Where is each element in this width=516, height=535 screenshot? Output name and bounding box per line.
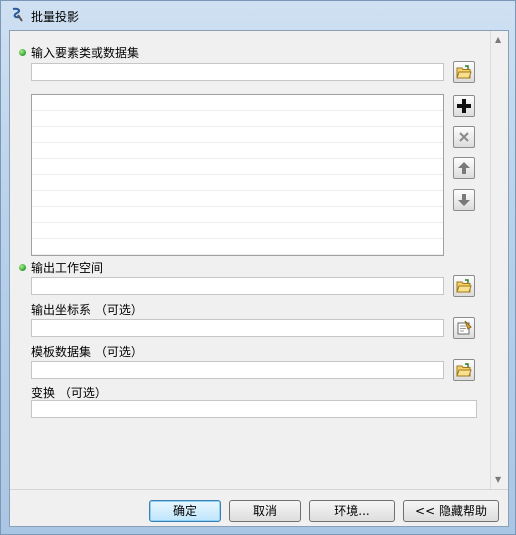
output-crs-field[interactable]: [31, 319, 444, 337]
arrow-down-icon: [458, 194, 470, 206]
move-up-button[interactable]: [453, 157, 475, 179]
add-item-button[interactable]: [453, 95, 475, 117]
transform-label: 变换 （可选）: [31, 386, 107, 400]
output-workspace-label: 输出工作空间: [31, 261, 104, 275]
parameters-panel: 输入要素类或数据集 输出工作空间 输出坐标系 （可选） 模板数据集 （可选） 变…: [10, 31, 490, 489]
transform-field[interactable]: [31, 400, 477, 418]
browse-workspace-button[interactable]: [453, 275, 475, 297]
input-features-field[interactable]: [31, 63, 444, 81]
environments-button[interactable]: 环境...: [309, 500, 395, 522]
arrow-up-icon: [458, 162, 470, 174]
template-dataset-label: 模板数据集 （可选）: [31, 345, 143, 359]
output-workspace-field[interactable]: [31, 277, 444, 295]
tool-icon: [12, 7, 23, 22]
required-indicator-icon: [19, 264, 26, 271]
output-crs-label: 输出坐标系 （可选）: [31, 303, 143, 317]
input-features-list[interactable]: [31, 94, 444, 256]
move-down-button[interactable]: [453, 189, 475, 211]
dialog-window: 批量投影 输入要素类或数据集 输出工作空间 输出坐标系 （可选） 模板数据集 （…: [0, 0, 516, 535]
required-indicator-icon: [19, 49, 26, 56]
properties-icon: [457, 320, 472, 335]
title-bar[interactable]: 批量投影: [1, 1, 515, 29]
plus-icon: [457, 99, 471, 113]
ok-button[interactable]: 确定: [149, 500, 221, 522]
open-folder-icon: [456, 363, 472, 377]
scroll-down-icon[interactable]: ▼: [495, 475, 501, 484]
vertical-scrollbar[interactable]: ▲ ▼: [490, 31, 508, 489]
window-title: 批量投影: [31, 10, 80, 24]
x-icon: [459, 132, 469, 142]
scroll-up-icon[interactable]: ▲: [495, 35, 501, 44]
dialog-footer: 确定 取消 环境... << 隐藏帮助: [10, 489, 508, 526]
input-features-label: 输入要素类或数据集: [31, 46, 140, 60]
browse-input-button[interactable]: [453, 61, 475, 83]
dialog-client: 输入要素类或数据集 输出工作空间 输出坐标系 （可选） 模板数据集 （可选） 变…: [9, 30, 509, 527]
open-folder-icon: [456, 279, 472, 293]
open-folder-icon: [456, 65, 472, 79]
template-dataset-field[interactable]: [31, 361, 444, 379]
hide-help-button[interactable]: << 隐藏帮助: [403, 500, 499, 522]
remove-item-button[interactable]: [453, 126, 475, 148]
crs-properties-button[interactable]: [453, 317, 475, 339]
browse-template-button[interactable]: [453, 359, 475, 381]
cancel-button[interactable]: 取消: [229, 500, 301, 522]
